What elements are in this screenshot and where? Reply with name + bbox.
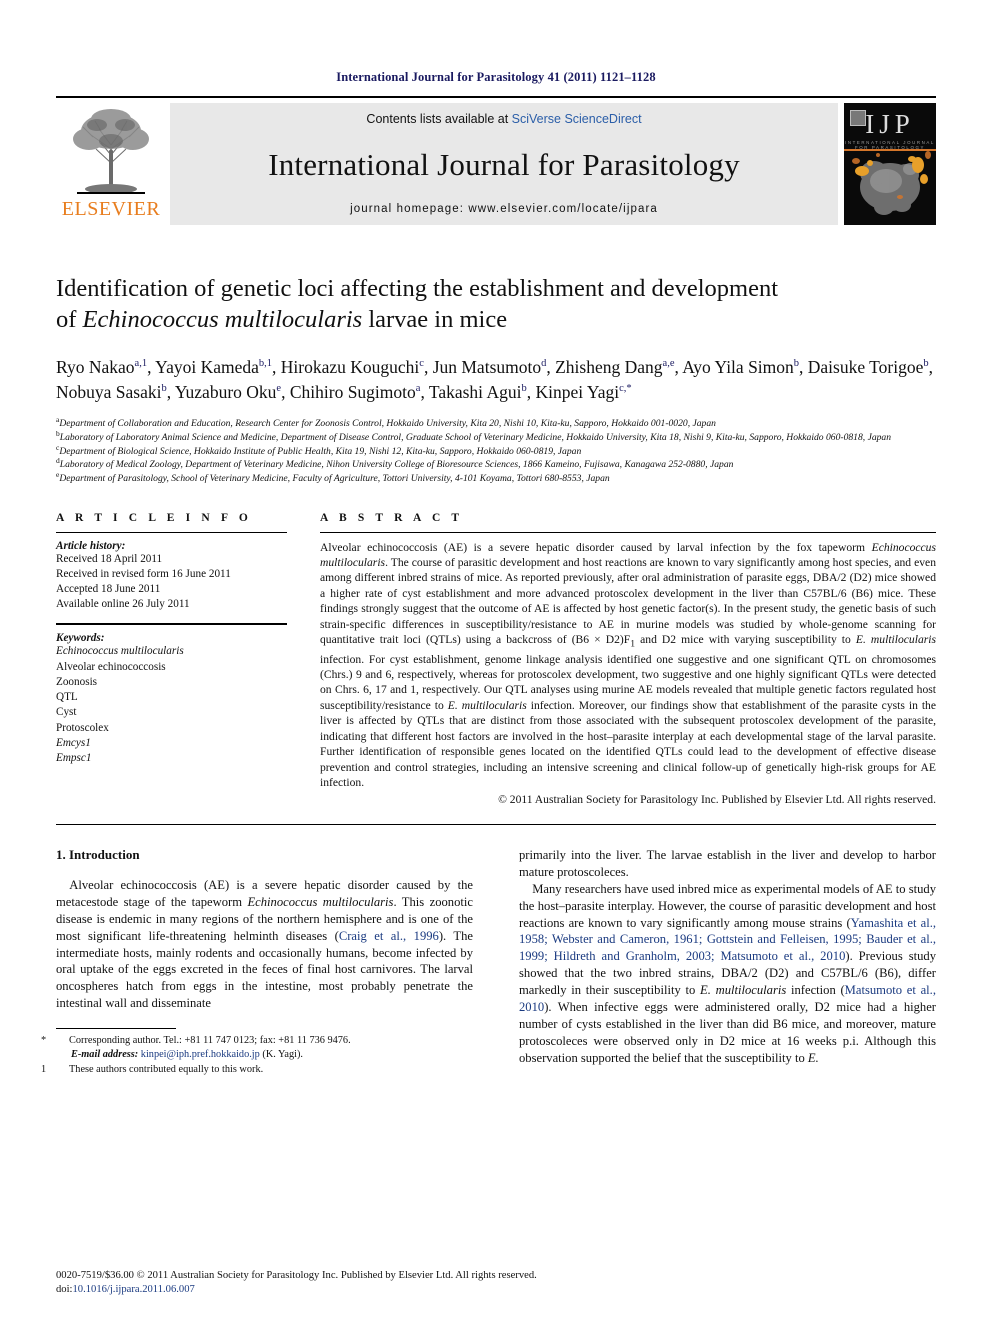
affiliation-list: aDepartment of Collaboration and Educati… [56,416,936,486]
footnote-list: * Corresponding author. Tel.: +81 11 747 … [41,1034,473,1077]
article-title-line2-prefix: of [56,306,83,334]
doi-label: doi: [56,1283,73,1295]
journal-band: Contents lists available at SciVerse Sci… [170,103,838,225]
article-info-rule [56,531,287,533]
cover-accent-bar [844,149,936,151]
elsevier-wordmark: ELSEVIER [61,198,161,220]
author-list: Ryo Nakaoa,1, Yayoi Kamedab,1, Hirokazu … [56,356,933,403]
footnote-marker-asterisk: * [41,1035,47,1047]
email-link[interactable]: kinpei@iph.pref.hokkaido.jp [141,1049,260,1060]
footnote-block: * Corresponding author. Tel.: +81 11 747 … [41,1028,473,1077]
body-column-left: 1. Introduction Alveolar echinococcosis … [41,846,496,1077]
keywords-rule [56,623,287,626]
history-item: Received in revised form 16 June 2011 [56,567,231,580]
keyword-item: Empsc1 [56,752,92,765]
corresponding-author-text: Corresponding author. Tel.: +81 11 747 0… [69,1035,351,1047]
article-title-line1: Identification of genetic loci affecting… [56,275,779,302]
footnote-divider [56,1028,176,1030]
intro-paragraph: primarily into the liver. The larvae est… [519,847,936,879]
affiliation-e: eDepartment of Parasitology, School of V… [56,470,936,486]
keyword-item: Alveolar echinococcosis [56,660,166,673]
affiliation-text-c: Department of Biological Science, Hokkai… [59,445,582,457]
cover-title: IJP [865,109,915,139]
affiliation-text-b: Laboratory of Laboratory Animal Science … [59,432,892,444]
history-item: Received 18 April 2011 [56,552,163,565]
body-column-right: primarily into the liver. The larvae est… [496,847,936,1077]
sciencedirect-link[interactable]: SciVerse ScienceDirect [512,112,642,126]
equal-contribution-text: These authors contributed equally to thi… [69,1063,264,1075]
article-title-species: Echinococcus multilocularis [82,306,363,334]
email-attribution: (K. Yagi). [262,1049,304,1061]
imprint-block: 0020-7519/$36.00 © 2011 Australian Socie… [56,1269,537,1297]
abstract-copyright: © 2011 Australian Society for Parasitolo… [498,792,936,806]
contents-prefix: Contents lists available at [366,112,512,126]
affiliation-d: dLaboratory of Medical Zoology, Departme… [56,457,936,472]
article-title-line2-suffix: larvae in mice [362,306,508,334]
keyword-item: Zoonosis [56,675,98,688]
imprint-line: 0020-7519/$36.00 © 2011 Australian Socie… [56,1269,537,1281]
email-note: E-mail address: kinpei@iph.pref.hokkaido… [56,1048,473,1062]
article-info-column: A R T I C L E I N F O Article history: R… [56,512,309,806]
body-divider [56,823,936,825]
journal-title: International Journal for Parasitology [268,146,740,182]
affiliation-text-a: Department of Collaboration and Educatio… [59,418,716,430]
abstract-rule [320,531,936,533]
keyword-item: Protoscolex [56,721,109,734]
footnote-marker-one: 1 [41,1063,47,1075]
journal-header-band: ELSEVIER Contents lists available at Sci… [56,103,936,225]
keyword-item: QTL [56,691,78,704]
article-info-heading: A R T I C L E I N F O [56,511,252,524]
email-label: E-mail address: [71,1049,139,1061]
history-item: Accepted 18 June 2011 [56,582,161,595]
journal-cover-thumbnail: IJP INTERNATIONAL JOURNAL FOR PARASITOLO… [844,103,936,225]
affiliation-text-d: Laboratory of Medical Zoology, Departmen… [59,459,734,471]
doi-link[interactable]: 10.1016/j.ijpara.2011.06.007 [72,1284,194,1295]
keyword-list: Echinococcus multilocularis Alveolar ech… [56,644,287,766]
affiliation-b: bLaboratory of Laboratory Animal Science… [56,430,936,445]
keyword-item: Echinococcus multilocularis [56,645,184,658]
intro-paragraph: Alveolar echinococcosis (AE) is a severe… [56,877,473,1011]
article-history-list: Received 18 April 2011 Received in revis… [56,552,287,613]
corresponding-author-note: * Corresponding author. Tel.: +81 11 747 … [41,1034,473,1048]
title-block: Identification of genetic loci affecting… [56,273,936,486]
article-title: Identification of genetic loci affecting… [56,273,936,336]
intro-paragraph: Many researchers have used inbred mice a… [519,881,936,1066]
introduction-heading: 1. Introduction [56,846,140,862]
journal-homepage[interactable]: journal homepage: www.elsevier.com/locat… [350,203,658,215]
keyword-item: Emcys1 [56,736,91,749]
header-divider [56,96,936,98]
article-page: International Journal for Parasitology 4… [0,0,992,1323]
affiliation-c: cDepartment of Biological Science, Hokka… [56,443,936,459]
abstract-column: A B S T R A C T Alveolar echinococcosis … [309,512,936,806]
body-columns: 1. Introduction Alveolar echinococcosis … [41,846,936,1077]
history-item: Available online 26 July 2011 [56,598,190,611]
running-head: International Journal for Parasitology 4… [336,70,656,84]
affiliation-a: aDepartment of Collaboration and Educati… [56,416,936,431]
equal-contribution-note: 1 These authors contributed equally to th… [41,1063,473,1077]
affiliation-text-e: Department of Parasitology, School of Ve… [59,472,610,484]
article-history-label: Article history: [56,539,126,552]
keyword-item: Cyst [56,706,77,719]
abstract-heading: A B S T R A C T [320,511,464,524]
elsevier-tree-icon [63,105,159,197]
contents-available-line: Contents lists available at SciVerse Sci… [366,112,641,126]
doi-line: doi:10.1016/j.ijpara.2011.06.007 [56,1283,537,1297]
info-abstract-section: A R T I C L E I N F O Article history: R… [56,512,936,806]
elsevier-logo: ELSEVIER [56,103,166,225]
abstract-text: Alveolar echinococcosis (AE) is a severe… [320,540,936,790]
keywords-label: Keywords: [56,632,105,645]
